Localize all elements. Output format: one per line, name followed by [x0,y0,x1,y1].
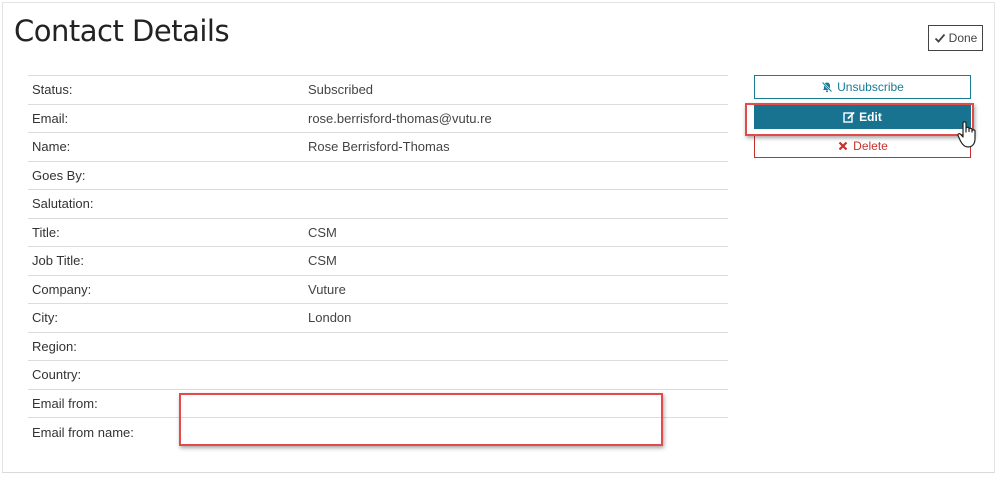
row-label: Salutation: [28,189,304,218]
check-icon [934,33,945,43]
row-label: Email: [28,103,304,133]
bell-slash-icon [821,81,833,93]
row-value: Rose Berrisford-Thomas [304,132,728,161]
row-label: Company: [28,274,304,304]
row-label: Job Title: [28,246,304,275]
table-row: City: London [28,303,728,332]
row-value: CSM [304,246,728,275]
contact-details-table: Status: Subscribed Email: rose.berrisford-… [28,75,728,446]
table-row: Region: [28,331,728,361]
hand-cursor-icon [957,121,976,148]
row-label: City: [28,303,304,332]
done-label: Done [948,31,978,45]
row-value: London [304,303,728,332]
row-value [304,331,728,361]
table-row: Name: Rose Berrisford-Thomas [28,132,728,161]
page-title: Contact Details [14,14,230,48]
row-value [304,360,728,389]
row-value [304,189,728,218]
row-label: Title: [28,217,304,247]
row-value: Subscribed [304,75,728,104]
table-row: Country: [28,360,728,389]
table-row: Salutation: [28,189,728,218]
delete-button[interactable]: Delete [754,134,971,158]
close-icon [838,141,848,151]
table-row: Job Title: CSM [28,246,728,275]
table-row: Title: CSM [28,217,728,247]
unsubscribe-label: Unsubscribe [837,80,904,94]
row-value [304,160,728,190]
row-label: Status: [28,75,304,104]
row-value: rose.berrisford-thomas@vutu.re [304,103,728,133]
table-row: Status: Subscribed [28,75,728,104]
delete-label: Delete [853,139,888,153]
row-label: Country: [28,360,304,389]
table-row: Company: Vuture [28,274,728,304]
row-value: Vuture [304,274,728,304]
edit-button-highlight [745,103,974,136]
table-row: Email: rose.berrisford-thomas@vutu.re [28,103,728,133]
table-row: Goes By: [28,160,728,190]
row-label: Region: [28,331,304,361]
email-from-fields-highlight [179,393,663,446]
unsubscribe-button[interactable]: Unsubscribe [754,75,971,99]
row-label: Name: [28,132,304,161]
done-button[interactable]: Done [928,25,983,51]
row-label: Goes By: [28,160,304,190]
row-value: CSM [304,217,728,247]
